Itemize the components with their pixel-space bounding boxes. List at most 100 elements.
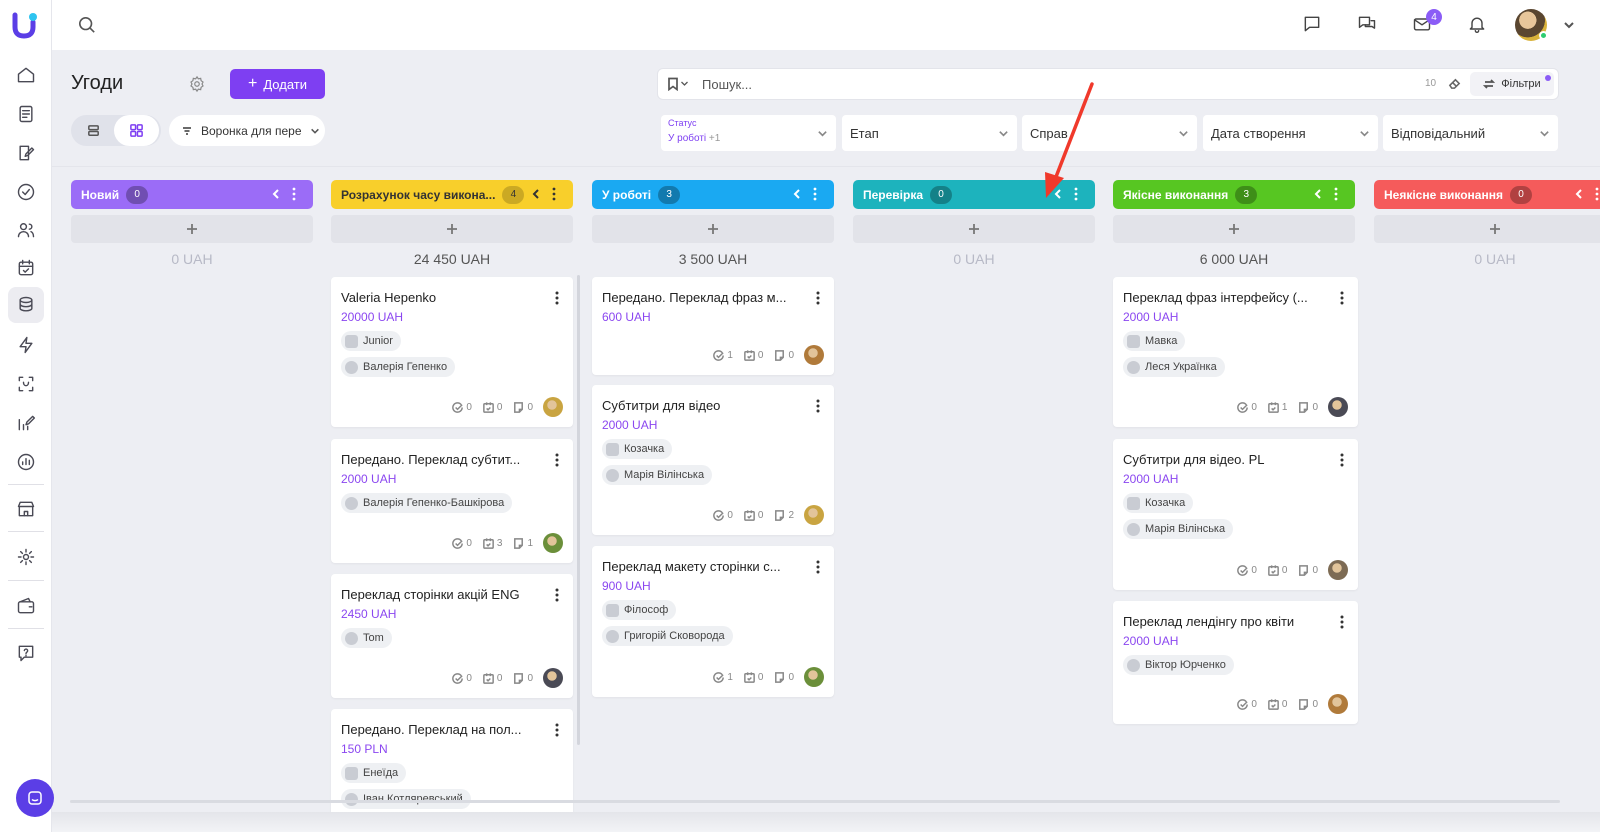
owner-avatar[interactable] xyxy=(804,505,824,525)
column-header[interactable]: Якісне виконання 3 xyxy=(1113,180,1355,209)
events-counter[interactable]: 0 xyxy=(482,401,502,414)
app-logo[interactable] xyxy=(11,10,41,40)
tasks-counter[interactable]: 0 xyxy=(712,509,733,522)
bookmark-dropdown[interactable] xyxy=(666,77,690,93)
list-view-button[interactable] xyxy=(71,115,116,146)
tasks-counter[interactable]: 0 xyxy=(1236,401,1257,414)
collapse-chevron-icon[interactable] xyxy=(269,186,283,202)
support-chat-button[interactable] xyxy=(16,779,54,817)
edit-note-icon[interactable] xyxy=(14,141,38,165)
stage-filter[interactable]: Етап xyxy=(842,115,1017,151)
contact-tag[interactable]: Валерія Гепенко xyxy=(341,357,456,377)
tasks-counter[interactable]: 0 xyxy=(1236,564,1257,577)
column-scrollbar[interactable] xyxy=(577,275,580,745)
notes-counter[interactable]: 0 xyxy=(773,671,794,684)
report-edit-icon[interactable] xyxy=(14,411,38,435)
scan-icon[interactable] xyxy=(14,372,38,396)
add-deal-button[interactable]: + Додати xyxy=(230,69,325,99)
contact-tag[interactable]: Леся Українка xyxy=(1123,357,1225,377)
notes-counter[interactable]: 0 xyxy=(1297,698,1318,711)
notes-counter[interactable]: 1 xyxy=(512,537,533,550)
collapse-chevron-icon[interactable] xyxy=(1572,186,1586,202)
company-tag[interactable]: Козачка xyxy=(602,439,673,459)
card-menu-icon[interactable] xyxy=(816,291,820,305)
chevron-down-icon[interactable] xyxy=(1563,18,1575,30)
deal-title[interactable]: Субтитри для відео. PL xyxy=(1123,452,1313,467)
column-menu-icon[interactable] xyxy=(812,187,818,201)
card-menu-icon[interactable] xyxy=(1340,453,1344,467)
column-menu-icon[interactable] xyxy=(291,187,297,201)
owner-avatar[interactable] xyxy=(804,345,824,365)
contact-tag[interactable]: Віктор Юрченко xyxy=(1123,655,1234,675)
owner-avatar[interactable] xyxy=(543,397,563,417)
deal-card[interactable]: Valeria Hepenko 20000 UAH Junior Валерія Ге… xyxy=(331,277,573,427)
user-avatar[interactable] xyxy=(1515,9,1548,41)
comment-icon[interactable] xyxy=(1302,14,1322,34)
search-icon[interactable] xyxy=(78,16,96,34)
tasks-counter[interactable]: 0 xyxy=(451,672,472,685)
deal-title[interactable]: Переклад лендінгу про квіти xyxy=(1123,614,1313,629)
column-header[interactable]: Новий 0 xyxy=(71,180,313,209)
status-filter[interactable]: Статус У роботі +1 xyxy=(661,115,836,151)
card-menu-icon[interactable] xyxy=(816,560,820,574)
column-header[interactable]: Неякісне виконання 0 xyxy=(1374,180,1600,209)
deal-card[interactable]: Передано. Переклад субтит... 2000 UAH Вале… xyxy=(331,439,573,563)
events-counter[interactable]: 0 xyxy=(482,672,502,685)
deal-card[interactable]: Субтитри для відео 2000 UAH Козачка Марія В… xyxy=(592,385,834,535)
eraser-icon[interactable] xyxy=(1448,77,1462,91)
notes-counter[interactable]: 0 xyxy=(512,672,533,685)
notes-counter[interactable]: 0 xyxy=(1297,401,1318,414)
owner-avatar[interactable] xyxy=(804,667,824,687)
responsible-filter[interactable]: Відповідальний xyxy=(1383,115,1558,151)
kanban-view-button[interactable] xyxy=(114,115,159,146)
card-menu-icon[interactable] xyxy=(555,588,559,602)
card-menu-icon[interactable] xyxy=(555,291,559,305)
company-tag[interactable]: Енеїда xyxy=(341,763,407,783)
deal-card[interactable]: Передано. Переклад на пол... 150 PLN Енеїд… xyxy=(331,709,573,829)
add-card-button[interactable] xyxy=(331,215,573,243)
filters-button[interactable]: Фільтри xyxy=(1470,72,1554,96)
collapse-chevron-icon[interactable] xyxy=(1051,186,1065,202)
deal-title[interactable]: Передано. Переклад субтит... xyxy=(341,452,531,467)
settings-icon[interactable] xyxy=(14,545,38,569)
calendar-icon[interactable] xyxy=(14,256,38,280)
created-date-filter[interactable]: Дата створення xyxy=(1203,115,1378,151)
column-menu-icon[interactable] xyxy=(1073,187,1079,201)
deal-card[interactable]: Переклад макету сторінки с... 900 UAH Філо… xyxy=(592,546,834,697)
deal-title[interactable]: Valeria Hepenko xyxy=(341,290,531,305)
owner-avatar[interactable] xyxy=(543,668,563,688)
pipeline-select[interactable]: Воронка для пере xyxy=(169,115,325,146)
card-menu-icon[interactable] xyxy=(1340,291,1344,305)
search-input[interactable]: Пошук... xyxy=(702,77,752,92)
deal-title[interactable]: Переклад фраз інтерфейсу (... xyxy=(1123,290,1313,305)
deal-card[interactable]: Субтитри для відео. PL 2000 UAH Козачка Мар… xyxy=(1113,439,1358,590)
column-menu-icon[interactable] xyxy=(1333,187,1339,201)
contact-tag[interactable]: Григорій Сковорода xyxy=(602,626,733,646)
events-counter[interactable]: 0 xyxy=(1267,564,1287,577)
horizontal-scrollbar[interactable] xyxy=(70,800,1560,803)
column-menu-icon[interactable] xyxy=(1594,187,1600,201)
card-menu-icon[interactable] xyxy=(555,453,559,467)
collapse-chevron-icon[interactable] xyxy=(790,186,804,202)
deal-card[interactable]: Переклад лендінгу про квіти 2000 UAH Вікто… xyxy=(1113,601,1358,724)
events-counter[interactable]: 0 xyxy=(1267,698,1287,711)
company-tag[interactable]: Філософ xyxy=(602,600,677,620)
column-header[interactable]: Розрахунок часу викона... 4 xyxy=(331,180,573,209)
store-icon[interactable] xyxy=(14,497,38,521)
add-card-button[interactable] xyxy=(71,215,313,243)
events-counter[interactable]: 0 xyxy=(743,349,763,362)
events-counter[interactable]: 3 xyxy=(482,537,502,550)
add-card-button[interactable] xyxy=(592,215,834,243)
add-card-button[interactable] xyxy=(1374,215,1600,243)
deal-title[interactable]: Субтитри для відео xyxy=(602,398,792,413)
card-menu-icon[interactable] xyxy=(816,399,820,413)
notes-counter[interactable]: 0 xyxy=(1297,564,1318,577)
collapse-chevron-icon[interactable] xyxy=(1311,186,1325,202)
contact-tag[interactable]: Tom xyxy=(341,628,392,648)
deal-card[interactable]: Переклад сторінки акцій ENG 2450 UAH Tom 0 0… xyxy=(331,574,573,698)
tasks-counter[interactable]: 0 xyxy=(1236,698,1257,711)
contact-tag[interactable]: Валерія Гепенко-Башкірова xyxy=(341,493,513,513)
card-menu-icon[interactable] xyxy=(555,723,559,737)
contact-tag[interactable]: Марія Вілінська xyxy=(602,465,713,485)
deals-icon[interactable] xyxy=(8,287,44,323)
